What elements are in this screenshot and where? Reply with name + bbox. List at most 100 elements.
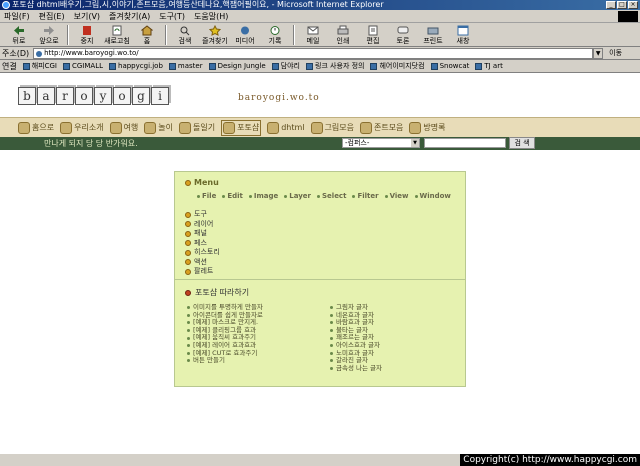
site-logo[interactable]: b a r o y o g i: [18, 87, 169, 105]
minimize-button[interactable]: _: [606, 1, 616, 9]
forward-button[interactable]: 앞으로: [34, 23, 64, 45]
bullet-icon: [185, 221, 191, 228]
back-button[interactable]: 뒤로: [4, 23, 34, 45]
home-icon: [18, 121, 30, 134]
refresh-button[interactable]: 새로고침: [102, 23, 132, 45]
logo-letter: y: [94, 87, 112, 105]
nav-home[interactable]: 홈으로: [18, 121, 54, 134]
tool-edit[interactable]: Edit: [222, 192, 243, 200]
links-bar: 연결 해피CGI CGIMALL happycgi.job master Des…: [0, 60, 640, 73]
search-category-select[interactable]: -컴퍼스- ▼: [342, 138, 420, 148]
nav-photoshop[interactable]: 포토샵: [221, 119, 262, 136]
address-input[interactable]: http://www.baroyogi.wo.to/: [33, 47, 594, 59]
link-item[interactable]: 헤어이미지닷컴: [370, 61, 425, 71]
travel-icon: [109, 121, 122, 134]
search-button[interactable]: 검색: [170, 23, 200, 45]
menu-favorites[interactable]: 즐겨찾기(A): [109, 11, 150, 22]
favorites-button[interactable]: 즐겨찾기: [200, 23, 230, 45]
dot-icon: [187, 329, 190, 333]
tutorial-link[interactable]: 금속성 나는 글자: [330, 364, 382, 373]
history-button[interactable]: 기록: [260, 23, 290, 45]
tool-layer[interactable]: Layer: [284, 192, 311, 200]
link-item[interactable]: 링크 사용자 정의: [305, 61, 364, 71]
discuss-button[interactable]: 토론: [388, 23, 418, 45]
category-item[interactable]: 페스: [185, 239, 220, 249]
link-item[interactable]: 담야리: [271, 61, 300, 71]
menu-tools[interactable]: 도구(T): [159, 11, 185, 22]
tool-image[interactable]: Image: [248, 192, 278, 200]
menu-file[interactable]: 파일(F): [4, 11, 30, 22]
link-item[interactable]: Design Jungle: [208, 62, 266, 70]
chevron-down-icon: ▼: [411, 139, 419, 147]
home-button[interactable]: 홈: [132, 23, 162, 45]
refresh-icon: [112, 25, 122, 36]
link-page-icon: [168, 62, 176, 70]
category-list: 도구 레이어 패널 페스 히스토리 액션 팔레트: [185, 210, 220, 277]
link-item[interactable]: Snowcat: [430, 62, 469, 70]
category-item[interactable]: 히스토리: [185, 248, 220, 258]
category-item[interactable]: 도구: [185, 210, 220, 220]
bullet-icon: [185, 249, 191, 256]
tool-select[interactable]: Select: [317, 192, 346, 200]
media-button[interactable]: 미디어: [230, 23, 260, 45]
bullet-icon: [185, 268, 191, 275]
dot-icon: [330, 313, 333, 317]
tool-view[interactable]: View: [384, 192, 409, 200]
nav-dhtml[interactable]: dhtml: [267, 121, 305, 134]
copyright-watermark: Copyright(c) http://www.happycgi.com: [460, 454, 640, 466]
menu-edit[interactable]: 편집(E): [39, 11, 65, 22]
link-page-icon: [430, 62, 438, 70]
close-button[interactable]: ×: [628, 1, 638, 9]
picture-icon: [310, 121, 323, 134]
dot-icon: [330, 321, 333, 325]
stop-button[interactable]: 중지: [72, 23, 102, 45]
nav-travel[interactable]: 여행: [109, 121, 138, 134]
menu-view[interactable]: 보기(V): [74, 11, 100, 22]
menubar: 파일(F) 편집(E) 보기(V) 즐겨찾기(A) 도구(T) 도움말(H): [0, 10, 640, 23]
person-icon: [60, 121, 73, 134]
link-page-icon: [63, 62, 70, 70]
nav-pictures[interactable]: 그림모음: [310, 121, 354, 134]
dot-icon: [330, 306, 333, 310]
go-button[interactable]: 이동: [609, 48, 622, 58]
nav-about[interactable]: 우리소개: [60, 121, 104, 134]
category-item[interactable]: 액션: [185, 258, 220, 268]
dot-icon: [187, 306, 190, 310]
logo-letter: r: [56, 87, 74, 105]
maximize-button[interactable]: □: [617, 1, 627, 9]
nav-jokes[interactable]: 존트모음: [359, 121, 403, 134]
search-submit-button[interactable]: 검 색: [509, 137, 535, 149]
logo-letter: o: [75, 87, 93, 105]
search-input[interactable]: [424, 138, 506, 148]
nav-guestbook[interactable]: 방명록: [409, 121, 446, 134]
edit-icon: [368, 25, 378, 36]
menu-heading: Menu: [185, 178, 219, 187]
link-item[interactable]: 해피CGI: [22, 61, 57, 71]
stop-icon: [83, 26, 91, 35]
site-url-text: baroyogi.wo.to: [238, 93, 320, 103]
tool-window[interactable]: Window: [414, 192, 451, 200]
link-item[interactable]: master: [168, 62, 203, 70]
category-item[interactable]: 팔레트: [185, 267, 220, 277]
link-item[interactable]: CGIMALL: [63, 62, 103, 70]
link-item[interactable]: TJ art: [475, 62, 503, 70]
dot-icon: [330, 359, 333, 363]
address-dropdown-icon[interactable]: ▼: [593, 47, 604, 59]
printer-button[interactable]: 프린트: [418, 23, 448, 45]
link-item[interactable]: happycgi.job: [109, 62, 163, 70]
tool-filter[interactable]: Filter: [352, 192, 379, 200]
mail-button[interactable]: 메일: [298, 23, 328, 45]
menu-help[interactable]: 도움말(H): [194, 11, 228, 22]
print-button[interactable]: 인쇄: [328, 23, 358, 45]
link-page-icon: [208, 62, 216, 70]
nav-play[interactable]: 놀이: [144, 121, 173, 134]
tool-file[interactable]: File: [197, 192, 216, 200]
edit-button[interactable]: 편집: [358, 23, 388, 45]
tutorial-list-right: 그림자 글자 네온효과 글자 바람효과 글자 불타는 글자 꽤조르는 글자 아이…: [330, 303, 382, 373]
category-item[interactable]: 패널: [185, 229, 220, 239]
category-item[interactable]: 레이어: [185, 220, 220, 230]
nav-diary[interactable]: 돌일기: [179, 121, 215, 134]
new-window-button[interactable]: 새창: [448, 23, 478, 45]
tutorial-link[interactable]: 버튼 만들기: [187, 357, 263, 365]
window-titlebar: 포토샵 dhtml배우기,그림,시,이야기,존트모음,여행등산데나요,핵잼어필이…: [0, 0, 640, 10]
